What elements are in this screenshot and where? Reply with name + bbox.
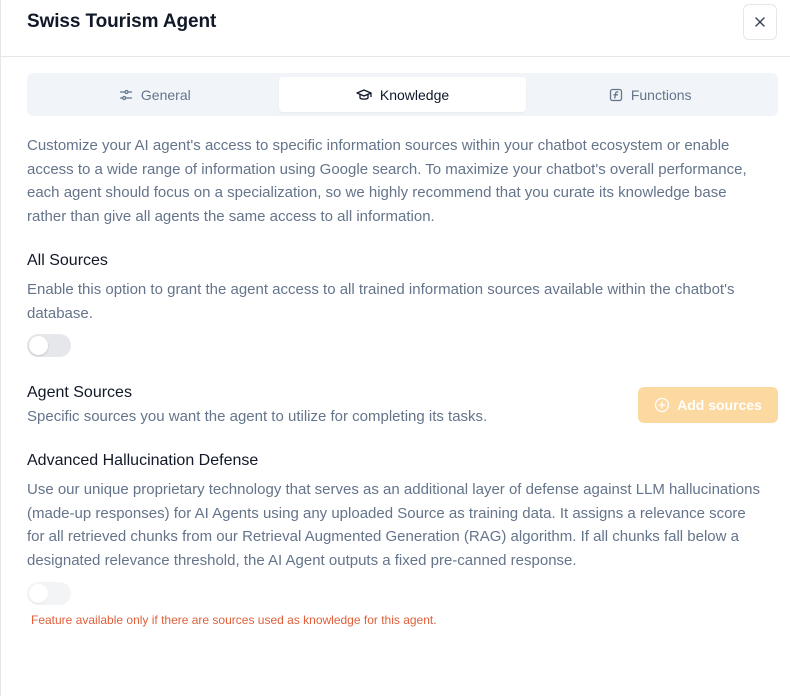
hallucination-defense-title: Advanced Hallucination Defense [27,452,259,469]
all-sources-description: Enable this option to grant the agent ac… [27,281,735,322]
hallucination-defense-warning: Feature available only if there are sour… [31,613,437,627]
add-sources-label: Add sources [677,397,762,413]
plus-circle-icon [654,397,670,413]
modal-title: Swiss Tourism Agent [27,11,217,32]
agent-settings-modal: Swiss Tourism Agent General Knowledge Fu… [0,0,790,696]
hallucination-defense-description: Use our unique proprietary technology th… [27,481,760,569]
tab-functions-label: Functions [630,86,692,103]
close-button[interactable] [743,4,777,40]
tab-general-label: General [140,86,191,103]
tab-functions[interactable]: Functions [526,77,774,112]
tab-general[interactable]: General [31,77,279,112]
knowledge-intro-text: Customize your AI agent's access to spec… [27,137,747,225]
modal-header: Swiss Tourism Agent [1,0,790,57]
hallucination-defense-toggle[interactable] [27,582,71,605]
tab-bar: General Knowledge Functions [27,73,778,116]
toggle-knob [29,584,48,603]
agent-sources-title: Agent Sources [27,384,132,401]
close-icon [755,17,765,27]
all-sources-toggle[interactable] [27,334,71,357]
all-sources-title: All Sources [27,252,108,269]
toggle-knob [29,336,48,355]
sliders-icon [119,89,133,100]
tab-knowledge-label: Knowledge [379,86,450,103]
add-sources-button[interactable]: Add sources [638,387,778,423]
tab-knowledge[interactable]: Knowledge [278,77,527,112]
graduation-cap-icon [356,88,372,100]
agent-sources-description: Specific sources you want the agent to u… [27,408,488,425]
function-icon [609,88,622,101]
